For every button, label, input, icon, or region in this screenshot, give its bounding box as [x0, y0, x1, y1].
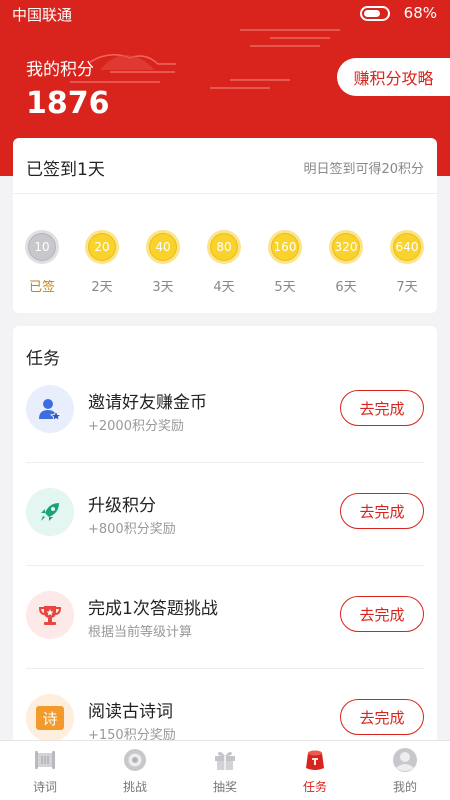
tab-label: 诗词	[32, 780, 57, 794]
task-name: 完成1次答题挑战	[88, 599, 218, 619]
checkin-day-label: 3天	[152, 280, 174, 295]
tab-label: 抽奖	[212, 780, 237, 794]
checkin-day[interactable]: 640 7天	[382, 230, 432, 295]
task-name: 邀请好友赚金币	[88, 393, 207, 413]
earn-points-guide-button[interactable]: 赚积分攻略	[337, 58, 450, 96]
tab-label: 任务	[302, 780, 327, 794]
points-value: 1876	[26, 86, 110, 121]
checkin-day[interactable]: 40 3天	[138, 230, 188, 295]
checkin-day[interactable]: 80 4天	[199, 230, 249, 295]
checkin-days: 10 已签 20 2天 40 3天 80 4天 160 5天 320 6天 64…	[13, 230, 437, 300]
checkin-day[interactable]: 160 5天	[260, 230, 310, 295]
trophy-icon	[26, 591, 74, 639]
tab-label: 挑战	[122, 780, 147, 794]
checkin-day-label: 4天	[213, 280, 235, 295]
task-card: 任务 邀请好友赚金币 +2000积分奖励 去完成 升级积分 +800积分奖励 去	[13, 326, 437, 756]
checkin-day-label: 6天	[335, 280, 357, 295]
coin-icon: 160	[268, 230, 302, 264]
tab-lottery[interactable]: 抽奖	[180, 747, 270, 795]
scroll-icon	[32, 747, 58, 773]
poem-icon: 诗	[26, 694, 74, 742]
task-item: 升级积分 +800积分奖励 去完成	[13, 463, 437, 566]
task-reward: +2000积分奖励	[88, 419, 184, 434]
go-complete-button[interactable]: 去完成	[340, 699, 424, 735]
poem-badge: 诗	[36, 706, 64, 730]
gift-icon	[212, 747, 238, 773]
coin-icon: 640	[390, 230, 424, 264]
task-name: 阅读古诗词	[88, 702, 173, 722]
tab-label: 我的	[392, 780, 417, 794]
checkin-tip: 明日签到可得20积分	[303, 162, 424, 177]
go-complete-button[interactable]: 去完成	[340, 596, 424, 632]
rocket-icon	[26, 488, 74, 536]
checkin-day[interactable]: 20 2天	[77, 230, 127, 295]
tab-profile[interactable]: 我的	[360, 747, 450, 795]
checkin-day-label: 2天	[91, 280, 113, 295]
coin-icon: 10	[25, 230, 59, 264]
tab-tasks[interactable]: 任务	[270, 747, 360, 795]
tab-challenge[interactable]: 挑战	[90, 747, 180, 795]
checkin-day[interactable]: 10 已签	[17, 230, 67, 295]
tab-poems[interactable]: 诗词	[0, 747, 90, 795]
coin-icon: 20	[85, 230, 119, 264]
coin-icon: 320	[329, 230, 363, 264]
task-item: 完成1次答题挑战 根据当前等级计算 去完成	[13, 566, 437, 669]
target-icon	[122, 747, 148, 773]
coin-icon: 40	[146, 230, 180, 264]
checkin-title: 已签到1天	[26, 160, 105, 180]
task-reward: +800积分奖励	[88, 522, 176, 537]
go-complete-button[interactable]: 去完成	[340, 390, 424, 426]
checkin-header: 已签到1天 明日签到可得20积分	[13, 138, 437, 194]
coin-icon: 80	[207, 230, 241, 264]
invite-user-icon	[26, 385, 74, 433]
task-name: 升级积分	[88, 496, 156, 516]
task-item: 邀请好友赚金币 +2000积分奖励 去完成	[13, 360, 437, 463]
checkin-day[interactable]: 320 6天	[321, 230, 371, 295]
checkin-day-label: 已签	[28, 280, 55, 295]
task-reward: 根据当前等级计算	[88, 625, 193, 640]
checkin-card: 已签到1天 明日签到可得20积分 10 已签 20 2天 40 3天 80 4天…	[13, 138, 437, 313]
go-complete-button[interactable]: 去完成	[340, 493, 424, 529]
bottom-tab-bar: 诗词 挑战 抽奖 任务 我的	[0, 740, 450, 800]
checkin-day-label: 5天	[274, 280, 296, 295]
task-bag-icon	[302, 747, 328, 773]
profile-icon	[392, 747, 418, 773]
checkin-day-label: 7天	[396, 280, 418, 295]
points-label: 我的积分	[26, 60, 94, 80]
